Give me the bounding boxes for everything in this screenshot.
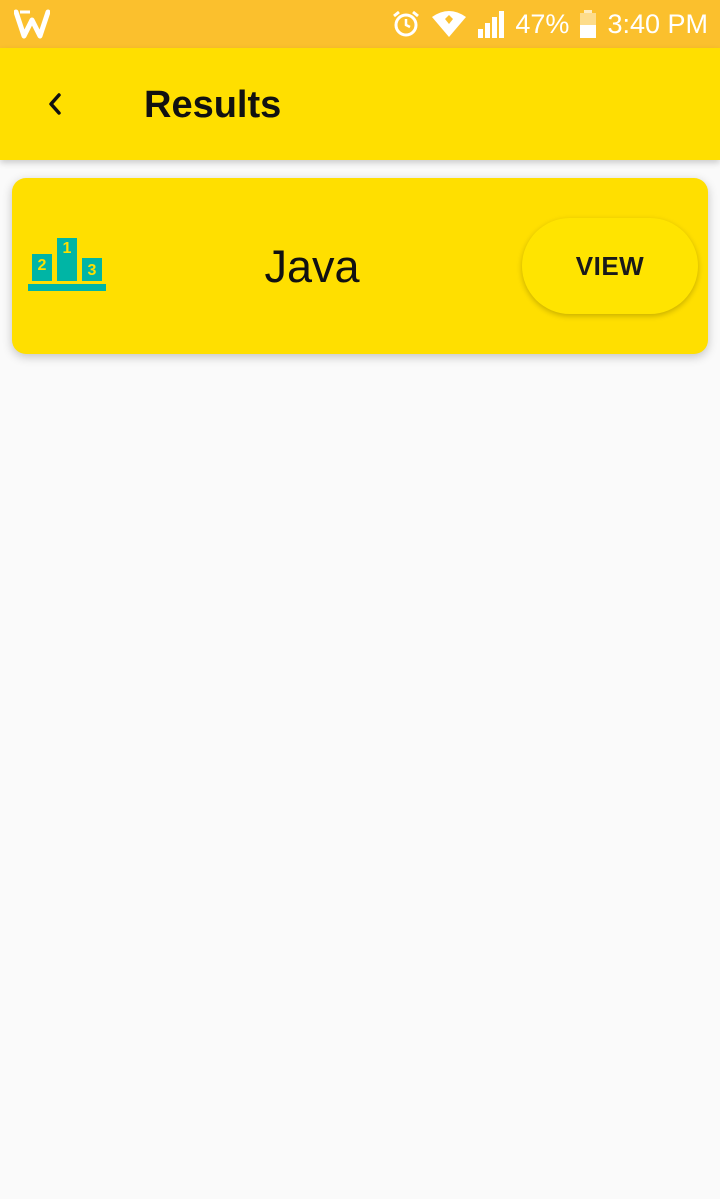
back-button[interactable] xyxy=(28,76,84,132)
status-icons: 47% 3:40 PM xyxy=(391,0,708,48)
result-card: 2 1 3 Java VIEW xyxy=(12,178,708,354)
podium-label-3: 3 xyxy=(88,262,97,279)
clock: 3:40 PM xyxy=(607,8,708,39)
app-bar: Results xyxy=(0,48,720,160)
status-bar: 47% 3:40 PM xyxy=(0,0,720,48)
page-title: Results xyxy=(144,84,282,126)
view-button[interactable]: VIEW xyxy=(522,218,698,314)
result-title: Java xyxy=(264,241,360,292)
chevron-left-icon xyxy=(49,93,61,115)
wifi-icon xyxy=(431,9,467,39)
podium-label-2: 2 xyxy=(38,257,47,274)
battery-percent: 47% xyxy=(515,8,570,39)
battery-icon xyxy=(579,9,597,39)
podium-icon: 2 1 3 xyxy=(28,236,108,296)
w-app-icon xyxy=(13,8,51,40)
podium-label-1: 1 xyxy=(63,240,72,257)
signal-icon xyxy=(477,9,505,39)
alarm-icon xyxy=(391,9,421,39)
